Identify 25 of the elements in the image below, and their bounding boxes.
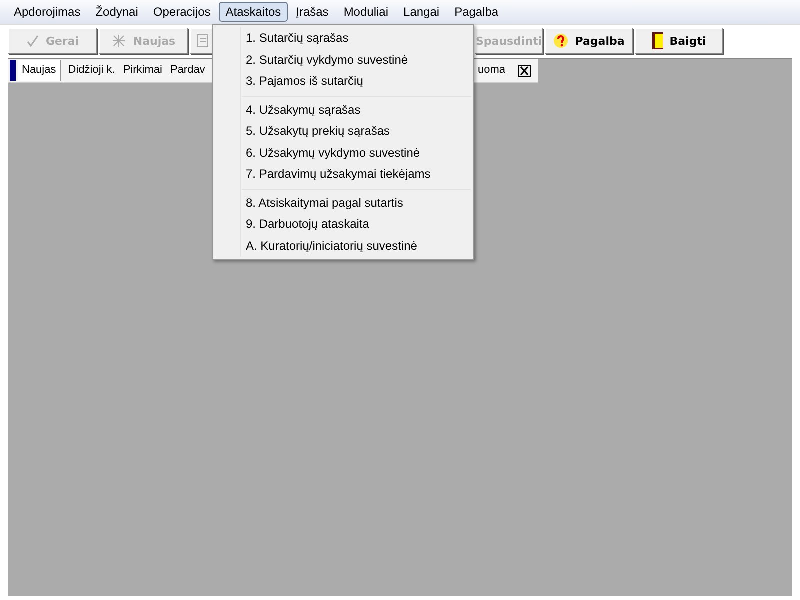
menu-item[interactable]: Pagalba (448, 2, 506, 22)
dropdown-item[interactable]: 3. Pajamos iš sutarčių (213, 71, 473, 92)
menu-item[interactable]: Langai (396, 2, 447, 22)
menu-item[interactable]: Operacijos (146, 2, 218, 22)
window-tab[interactable]: Pirkimai (119, 60, 166, 81)
toolbar-button[interactable]: Pagalba (545, 28, 633, 54)
dropdown-item[interactable]: 9. Darbuotojų ataskaita (213, 214, 473, 236)
window-tab[interactable]: Didžioji k. (64, 60, 120, 81)
window-tab[interactable]: Naujas (18, 60, 62, 81)
dropdown-item[interactable]: 7. Pardavimų užsakymai tiekėjams (213, 164, 473, 186)
window-tab[interactable]: Pardav (166, 60, 210, 81)
dropdown-item[interactable]: 2. Sutarčių vykdymo suvestinė (213, 50, 473, 71)
dropdown-item[interactable]: 8. Atsiskaitymai pagal sutartis (213, 192, 473, 214)
menu-item[interactable]: Apdorojimas (7, 2, 88, 22)
menu-item[interactable]: Įrašas (289, 2, 336, 22)
dropdown-item[interactable]: A. Kuratorių/iniciatorių suvestinė (213, 236, 473, 257)
dropdown-item[interactable]: 1. Sutarčių sąrašas (213, 28, 473, 50)
menu-item[interactable]: Žodynai (88, 2, 146, 22)
menu-item[interactable]: Moduliai (336, 2, 396, 22)
dropdown-item[interactable]: 5. Užsakytų prekių sąrašas (213, 121, 473, 142)
window-tab[interactable]: uoma (474, 60, 510, 81)
toolbar-button[interactable]: Baigti (635, 28, 723, 54)
dropdown-item[interactable]: 6. Užsakymų vykdymo suvestinė (213, 142, 473, 164)
menu-item[interactable]: Ataskaitos (218, 2, 288, 22)
dropdown-item[interactable]: 4. Užsakymų sąrašas (213, 100, 473, 121)
